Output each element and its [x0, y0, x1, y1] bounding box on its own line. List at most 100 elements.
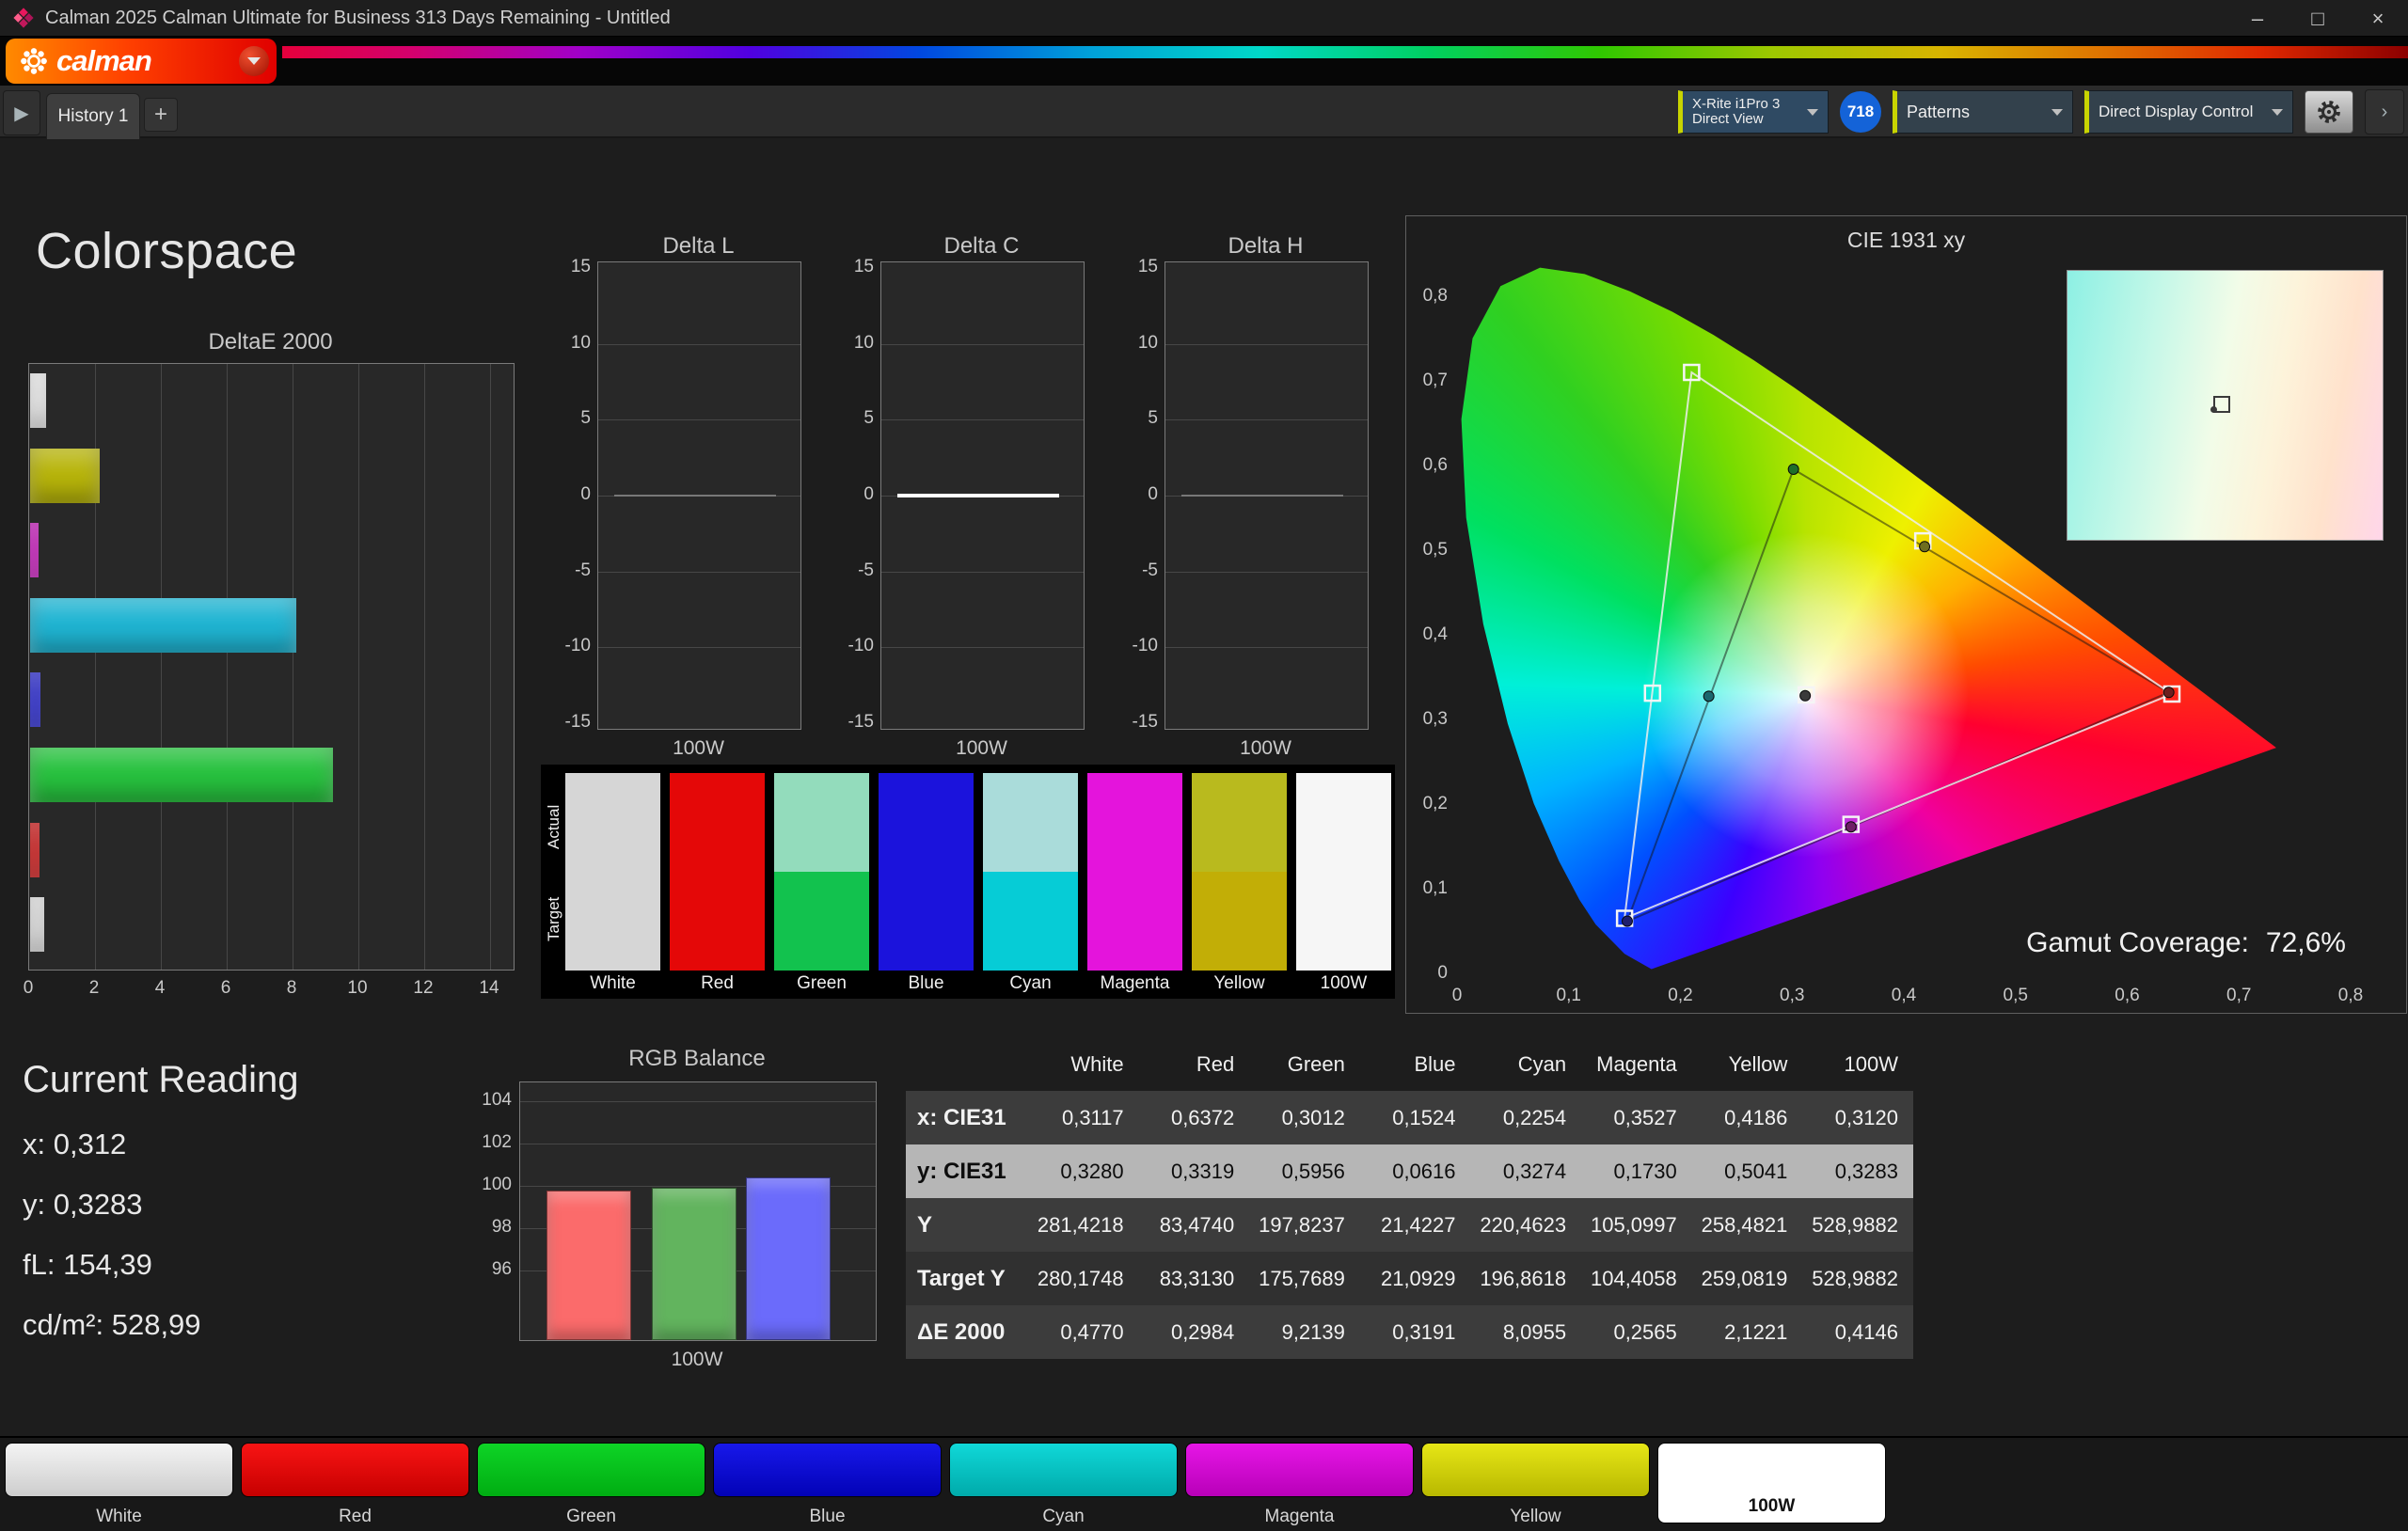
pattern-white-button[interactable]: White	[5, 1443, 233, 1527]
cell-y-cie31-white: 0,3280	[1028, 1144, 1139, 1198]
delta-plot-area	[1164, 261, 1369, 730]
measured-point-blue	[1622, 916, 1632, 926]
history-nav-left-button[interactable]: ▶	[3, 90, 40, 135]
target-swatch-red	[670, 872, 765, 971]
delta-gridline	[881, 419, 1084, 420]
chevron-down-icon	[1807, 109, 1818, 116]
cell-y-blue: 21,4227	[1360, 1198, 1471, 1252]
pattern-bar: WhiteRedGreenBlueCyanMagentaYellow100W ▲…	[0, 1436, 2408, 1531]
delta-gridline	[598, 572, 800, 573]
swatch-blue	[879, 773, 974, 971]
minimize-button[interactable]: –	[2227, 0, 2288, 37]
panel-expand-button[interactable]: ›	[2365, 89, 2404, 134]
cell-y-white: 281,4218	[1028, 1198, 1139, 1252]
rgb-y-tick-label: 104	[470, 1090, 512, 1111]
maximize-button[interactable]: □	[2288, 0, 2348, 37]
pattern-swatch	[713, 1443, 942, 1497]
deltae-bar-magenta	[30, 523, 39, 577]
workflow-controls: X-Rite i1Pro 3 Direct View 718 Patterns …	[1678, 90, 2408, 134]
delta-gridline	[1165, 647, 1368, 648]
cell-target-y-white: 280,1748	[1028, 1252, 1139, 1305]
display-control-dropdown[interactable]: Direct Display Control	[2084, 90, 2293, 134]
calman-app-icon	[13, 8, 34, 28]
target-swatch-white	[565, 872, 660, 971]
pattern-100w-button[interactable]: 100W	[1657, 1443, 1886, 1523]
settings-gear-button[interactable]	[2305, 90, 2353, 134]
measured-point-magenta	[1846, 822, 1856, 832]
meter-dropdown[interactable]: X-Rite i1Pro 3 Direct View	[1678, 90, 1829, 134]
cell--e-2000-magenta: 0,2565	[1581, 1305, 1692, 1359]
row-label: ΔE 2000	[906, 1305, 1028, 1359]
pattern-yellow-button[interactable]: Yellow	[1421, 1443, 1650, 1527]
rgb-balance-chart: RGB Balance 100W 1041021009896	[470, 1046, 903, 1375]
deltae-bar-blue	[30, 672, 40, 727]
delta-y-tick-label: 0	[838, 484, 874, 505]
pattern-red-button[interactable]: Red	[241, 1443, 469, 1527]
delta-measured-line	[1181, 495, 1343, 497]
logo-menu-button[interactable]	[239, 46, 269, 76]
titlebar: Calman 2025 Calman Ultimate for Business…	[0, 0, 2408, 37]
cell-target-y-100w: 528,9882	[1802, 1252, 1913, 1305]
delta-y-tick-label: -5	[1122, 560, 1158, 581]
chevron-down-icon	[2052, 109, 2063, 116]
meter-count-badge[interactable]: 718	[1840, 91, 1881, 133]
cell-target-y-yellow: 259,0819	[1692, 1252, 1803, 1305]
swatch-label: Yellow	[1192, 973, 1287, 994]
pattern-label: Blue	[713, 1507, 942, 1527]
tab-history-1[interactable]: History 1	[46, 93, 140, 139]
rgb-gridline	[520, 1101, 876, 1102]
calman-logo-text: calman	[56, 44, 151, 78]
actual-swatch-white	[565, 773, 660, 872]
pattern-cyan-button[interactable]: Cyan	[949, 1443, 1178, 1527]
delta-gridline	[881, 344, 1084, 345]
patterns-dropdown[interactable]: Patterns	[1893, 90, 2073, 134]
deltae-x-tick-label: 2	[75, 978, 113, 999]
rgb-bar-green	[652, 1188, 737, 1340]
gear-icon	[2315, 98, 2343, 126]
cell--e-2000-yellow: 2,1221	[1692, 1305, 1803, 1359]
delta-y-tick-label: -10	[555, 636, 591, 656]
cell--e-2000-red: 0,2984	[1139, 1305, 1250, 1359]
current-reading-line: x: 0,312	[23, 1128, 299, 1161]
table-header-green: Green	[1249, 1038, 1360, 1091]
deltae-gridline	[227, 364, 228, 970]
actual-row-label: Actual	[545, 778, 563, 876]
swatch-label: Magenta	[1087, 973, 1182, 994]
table-row: x: CIE310,31170,63720,30120,15240,22540,…	[906, 1091, 1913, 1144]
delta-y-tick-label: 15	[1122, 257, 1158, 277]
cell-y-cie31-cyan: 0,3274	[1471, 1144, 1582, 1198]
row-label: y: CIE31	[906, 1144, 1028, 1198]
delta-gridline	[1165, 419, 1368, 420]
close-button[interactable]: ×	[2348, 0, 2408, 37]
measured-point-green	[1788, 464, 1798, 474]
rgb-y-tick-label: 100	[470, 1175, 512, 1195]
chevron-down-icon	[247, 57, 261, 65]
delta-gridline	[881, 647, 1084, 648]
rgb-y-tick-label: 102	[470, 1132, 512, 1153]
cell--e-2000-white: 0,4770	[1028, 1305, 1139, 1359]
calman-logo-button[interactable]: calman	[6, 39, 277, 84]
tabbar: ▶ History 1 + X-Rite i1Pro 3 Direct View…	[0, 86, 2408, 138]
deltae-bar-yellow	[30, 449, 100, 503]
pattern-label: Red	[241, 1507, 469, 1527]
delta-y-tick-label: 10	[555, 333, 591, 354]
cell-y-cie31-yellow: 0,5041	[1692, 1144, 1803, 1198]
window-title: Calman 2025 Calman Ultimate for Business…	[45, 8, 671, 29]
add-tab-button[interactable]: +	[144, 98, 178, 132]
table-header-blue: Blue	[1360, 1038, 1471, 1091]
pattern-green-button[interactable]: Green	[477, 1443, 705, 1527]
current-reading-line: fL: 154,39	[23, 1248, 299, 1282]
cell-y-100w: 528,9882	[1802, 1198, 1913, 1252]
cell--e-2000-green: 9,2139	[1249, 1305, 1360, 1359]
logo-row: calman	[0, 37, 2408, 86]
swatch-100w	[1296, 773, 1391, 971]
cell-x-cie31-white: 0,3117	[1028, 1091, 1139, 1144]
patterns-dropdown-label: Patterns	[1907, 103, 1970, 122]
table-row: y: CIE310,32800,33190,59560,06160,32740,…	[906, 1144, 1913, 1198]
chart-delta-h: Delta H151050-5-10-15100W	[1122, 237, 1376, 778]
pattern-blue-button[interactable]: Blue	[713, 1443, 942, 1527]
swatch-label: Blue	[879, 973, 974, 994]
pattern-magenta-button[interactable]: Magenta	[1185, 1443, 1414, 1527]
cell--e-2000-blue: 0,3191	[1360, 1305, 1471, 1359]
delta-gridline	[1165, 572, 1368, 573]
